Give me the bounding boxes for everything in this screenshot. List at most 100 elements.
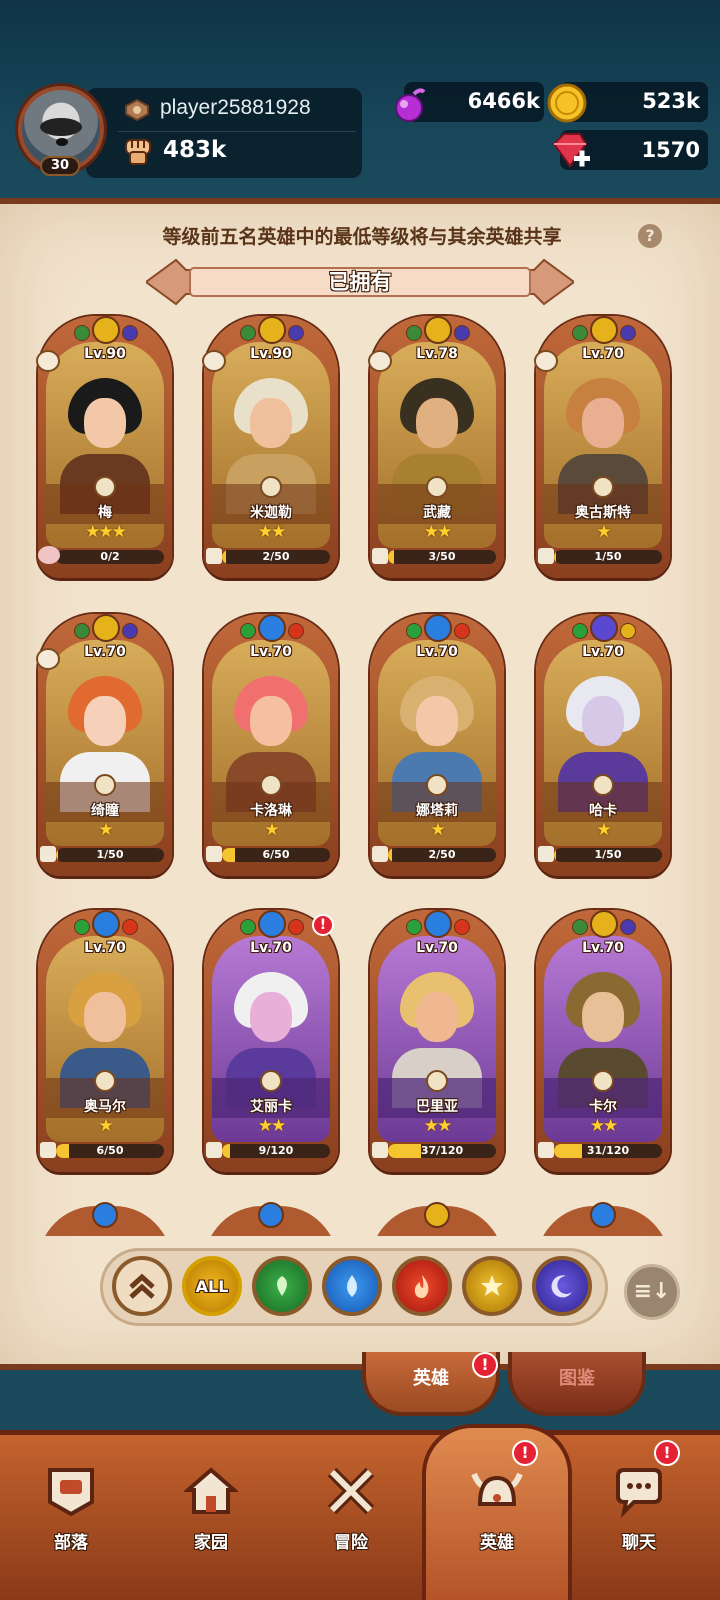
side-element-icon [240,919,256,935]
hero-card[interactable]: Lv.70 娜塔莉 ★ 2/50 [370,614,504,876]
side-element-icon [620,325,636,341]
hero-name: 武藏 [423,505,451,521]
pig-token-icon [38,546,60,564]
crossed-swords-icon [327,1467,375,1515]
nav-home[interactable]: 家园 [156,1450,266,1590]
hero-card[interactable]: Lv.78 武藏 ★★ 3/50 [368,316,504,578]
filter-all-button[interactable]: ALL [182,1256,242,1316]
hero-shard-progress: 3/50 [388,550,496,564]
light-element-icon [258,316,286,344]
level-share-notice: 等级前五名英雄中的最低等级将与其余英雄共享 [162,226,562,248]
hero-name: 巴里亚 [416,1099,458,1115]
nav-adventure-label: 冒险 [334,1533,368,1553]
filter-fire-button[interactable] [392,1256,452,1316]
hero-card[interactable]: Lv.70 巴里亚 ★★ 37/120 [370,910,504,1172]
light-element-icon [590,316,618,344]
team-icon [534,350,558,372]
hero-shard-progress: 6/50 [222,848,330,862]
hero-role-icon [260,1070,282,1092]
hero-shard-progress: 2/50 [388,848,496,862]
elixir-amount: 6466k [467,89,540,113]
hero-name: 奥马尔 [84,1099,126,1115]
side-element-icon [620,623,636,639]
hero-shard-count: 2/50 [262,550,290,563]
guild-icon [125,98,149,122]
filter-dark-button[interactable] [532,1256,592,1316]
light-element-icon [92,316,120,344]
hero-role-icon [592,476,614,498]
hero-name: 梅 [98,505,112,521]
player-name: player25881928 [160,96,311,119]
hero-shard-progress: 1/50 [56,848,164,862]
team-icon [36,350,60,372]
hero-role-icon [592,1070,614,1092]
collapse-filter-button[interactable] [112,1256,172,1316]
star-icon [481,1275,503,1296]
puzzle-shard-icon [206,1142,222,1158]
hero-level: Lv.70 [250,644,292,660]
fist-power-icon [125,139,151,165]
hero-name: 奥古斯特 [575,505,631,521]
side-element-icon [240,325,256,341]
hero-role-icon [426,774,448,796]
hero-card[interactable]: Lv.70 卡尔 ★★ 31/120 [536,910,670,1172]
help-icon[interactable]: ? [638,224,662,248]
hero-name: 绮瞳 [91,803,119,819]
puzzle-shard-icon [538,846,554,862]
sort-button[interactable]: ≡↓ [624,1264,680,1320]
nav-tribe-label: 部落 [54,1533,88,1553]
leaf-icon [277,1276,287,1296]
hero-level: Lv.70 [250,940,292,956]
side-element-icon [572,919,588,935]
gem-add-icon[interactable] [548,130,592,172]
nav-chat[interactable]: 聊天 [584,1450,694,1590]
hero-shard-progress: 37/120 [388,1144,496,1158]
puzzle-shard-icon [206,846,222,862]
light-element-icon [424,316,452,344]
nav-tribe[interactable]: 部落 [16,1450,126,1590]
chat-bubble-icon [616,1468,662,1518]
hero-name: 哈卡 [589,803,617,819]
hero-card[interactable]: Lv.70 奥马尔 ★ 6/50 [38,910,172,1172]
filter-water-button[interactable] [322,1256,382,1316]
hero-name: 卡尔 [589,1099,617,1115]
hero-role-icon [426,1070,448,1092]
light-element-icon [92,614,120,642]
water-element-icon [424,910,452,938]
hero-card[interactable]: Lv.70 奥古斯特 ★ 1/50 [534,316,670,578]
hero-level: Lv.70 [582,940,624,956]
viking-helmet-icon [471,1472,523,1506]
side-element-icon [74,919,90,935]
hero-card[interactable]: Lv.70 艾丽卡 ★★ 9/120! [204,910,338,1172]
hero-stars: ★ [98,1116,113,1136]
water-element-icon [258,614,286,642]
hero-shard-progress: 1/50 [554,848,662,862]
puzzle-shard-icon [372,1142,388,1158]
side-element-icon [74,325,90,341]
hero-card[interactable]: Lv.90 梅 ★★★ 0/2 [36,316,172,578]
gold-amount: 523k [642,89,700,113]
side-element-icon [406,623,422,639]
water-element-icon [258,910,286,938]
hero-card[interactable]: Lv.90 米迦勒 ★★ 2/50 [202,316,338,578]
puzzle-shard-icon [372,846,388,862]
hero-stars: ★ [264,820,279,840]
subtab-codex[interactable]: 图鉴 [508,1352,646,1416]
hero-stars: ★★ [423,522,452,542]
side-element-icon [240,623,256,639]
hero-card[interactable]: Lv.70 卡洛琳 ★ 6/50 [204,614,338,876]
hero-role-icon [260,476,282,498]
filter-nature-button[interactable] [252,1256,312,1316]
hero-level: Lv.70 [416,644,458,660]
side-element-icon [620,919,636,935]
team-icon [36,648,60,670]
hero-name: 艾丽卡 [250,1099,292,1115]
hero-shard-count: 1/50 [594,550,622,563]
gem-amount: 1570 [641,138,700,162]
hero-card[interactable]: Lv.70 哈卡 ★ 1/50 [536,614,670,876]
hero-card[interactable]: Lv.70 绮瞳 ★ 1/50 [36,614,172,876]
nav-adventure[interactable]: 冒险 [296,1450,406,1590]
hero-level: Lv.70 [84,940,126,956]
nav-heroes[interactable]: 英雄 [442,1450,552,1590]
filter-light-button[interactable] [462,1256,522,1316]
